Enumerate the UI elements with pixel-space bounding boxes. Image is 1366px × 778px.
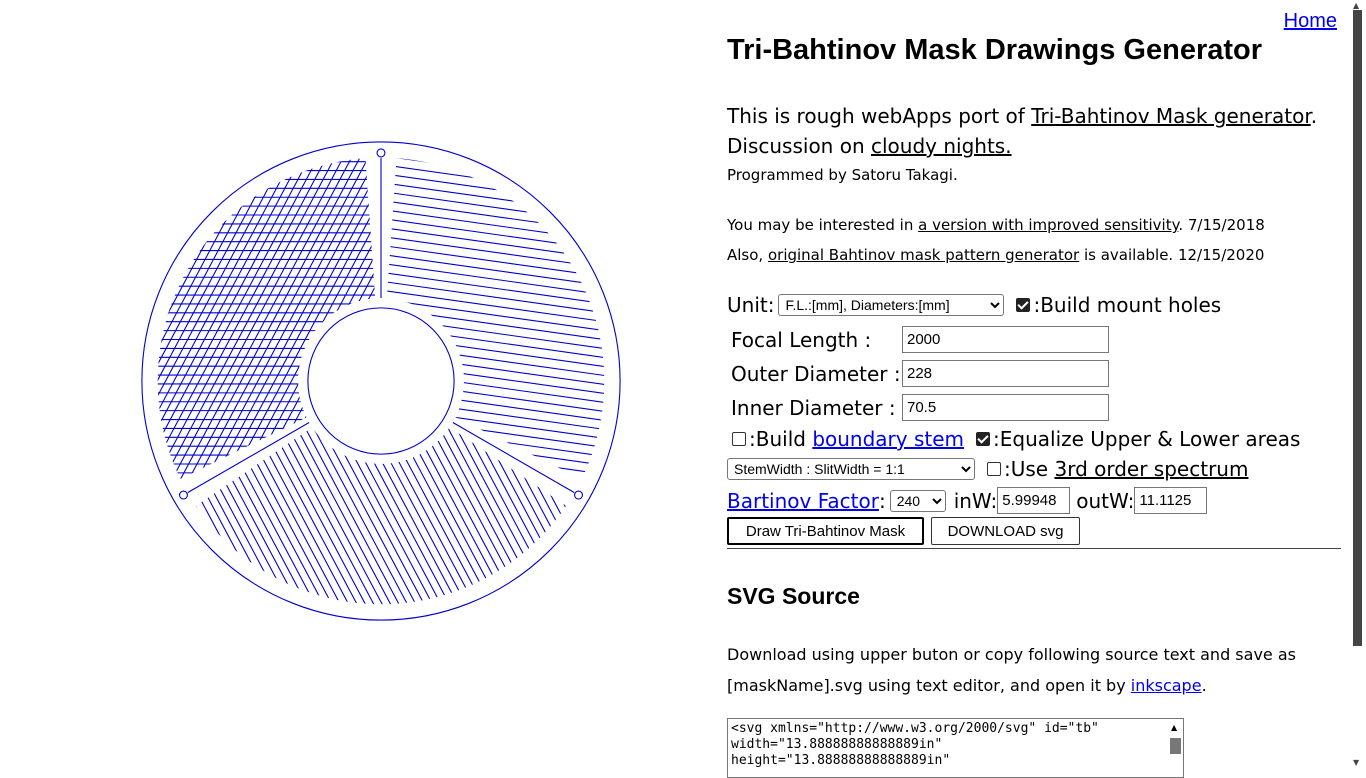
note-text: You may be interested in: [727, 216, 919, 234]
stem-options-row: :Build boundary stem :Equalize Upper & L…: [727, 427, 1300, 451]
third-order-checkbox[interactable]: [987, 462, 1001, 476]
author-text: Programmed by Satoru Takagi.: [727, 166, 958, 184]
svg-desc-suffix: .: [1201, 676, 1207, 695]
intro-line1-text: This is rough webApps port of: [727, 104, 1032, 128]
bahtinov-factor-row: Bartinov Factor : 240 inW: outW:: [727, 487, 1208, 514]
mount-hole: [376, 148, 386, 158]
textarea-scrollbar[interactable]: ▲: [1167, 720, 1183, 768]
page-scrollbar[interactable]: ▲ ▼: [1349, 0, 1366, 768]
stem-line: [452, 422, 575, 494]
home-link[interactable]: Home: [1284, 10, 1337, 33]
bahtinov-factor-link[interactable]: Bartinov Factor: [727, 489, 879, 513]
control-panel: Home Tri-Bahtinov Mask Drawings Generato…: [727, 0, 1343, 778]
svg-desc-line2: [maskName].svg using text editor, and op…: [727, 676, 1131, 695]
download-svg-button[interactable]: DOWNLOAD svg: [931, 517, 1080, 545]
intro-line2-text: Discussion on: [727, 134, 871, 158]
intro-line1-suffix: .: [1310, 104, 1318, 128]
tri-bahtinov-mask-drawing: [141, 141, 621, 621]
stem-line: [187, 422, 310, 494]
mount-holes-label: :Build mount holes: [1033, 293, 1222, 317]
mount-hole: [178, 490, 188, 500]
outw-label: outW:: [1076, 488, 1135, 513]
svg-source-heading: SVG Source: [727, 583, 860, 609]
stem-ratio-select[interactable]: StemWidth : SlitWidth = 1:1: [727, 458, 975, 480]
third-order-link[interactable]: 3rd order spectrum: [1054, 457, 1248, 481]
inner-diameter-row: Inner Diameter :: [731, 394, 1109, 421]
boundary-stem-label: :Build: [749, 427, 813, 451]
inw-input[interactable]: [997, 487, 1071, 514]
inner-diameter-label: Inner Diameter :: [731, 395, 896, 420]
bahtinov-factor-select[interactable]: 240: [889, 489, 946, 512]
mask-preview: [0, 0, 720, 768]
scroll-down-icon[interactable]: ▼: [1353, 758, 1359, 767]
note-text: Also,: [727, 246, 768, 264]
mount-hole: [574, 490, 584, 500]
unit-label: Unit:: [727, 293, 775, 317]
inkscape-link[interactable]: inkscape: [1131, 676, 1202, 695]
outer-diameter-input[interactable]: [902, 360, 1109, 387]
outer-diameter-row: Outer Diameter :: [731, 360, 1109, 387]
equalize-areas-label: :Equalize Upper & Lower areas: [993, 427, 1301, 451]
section-divider: [727, 548, 1341, 549]
improved-version-link[interactable]: a version with improved sensitivity: [918, 216, 1178, 234]
svg-desc-line1: Download using upper buton or copy follo…: [727, 645, 1296, 664]
scroll-up-icon[interactable]: ▲: [1171, 723, 1177, 732]
inw-label: inW:: [953, 488, 998, 513]
third-order-label: :Use: [1004, 457, 1055, 481]
focal-length-label: Focal Length :: [731, 327, 872, 352]
original-generator-link[interactable]: original Bahtinov mask pattern generator: [768, 246, 1079, 264]
inner-hole: [307, 307, 455, 455]
bahtinov-factor-colon: :: [878, 488, 886, 513]
scroll-up-icon[interactable]: ▲: [1353, 1, 1359, 10]
action-buttons-row: Draw Tri-Bahtinov Mask DOWNLOAD svg: [727, 517, 1080, 545]
draw-mask-button[interactable]: Draw Tri-Bahtinov Mask: [727, 517, 924, 545]
inner-diameter-input[interactable]: [902, 394, 1109, 421]
unit-row: Unit: F.L.:[mm], Diameters:[mm] :Build m…: [727, 293, 1221, 317]
focal-length-row: Focal Length :: [731, 326, 1109, 353]
slit-pattern: [157, 157, 605, 605]
note-date: is available. 12/15/2020: [1079, 246, 1265, 264]
boundary-stem-checkbox[interactable]: [732, 432, 746, 446]
note-original: Also, original Bahtinov mask pattern gen…: [727, 246, 1264, 264]
mount-holes-checkbox[interactable]: [1016, 298, 1031, 312]
outer-diameter-label: Outer Diameter :: [731, 361, 901, 386]
outw-input[interactable]: [1134, 487, 1208, 514]
unit-select[interactable]: F.L.:[mm], Diameters:[mm]: [778, 294, 1005, 316]
cloudy-nights-link[interactable]: cloudy nights.: [871, 134, 1012, 158]
page-scrollbar-thumb[interactable]: [1353, 10, 1362, 646]
page-title: Tri-Bahtinov Mask Drawings Generator: [727, 34, 1263, 66]
note-improved: You may be interested in a version with …: [727, 216, 1265, 234]
focal-length-input[interactable]: [902, 326, 1109, 353]
intro-text: This is rough webApps port of Tri-Bahtin…: [727, 101, 1317, 161]
scrollbar-thumb[interactable]: [1170, 738, 1181, 754]
generator-link[interactable]: Tri-Bahtinov Mask generator: [1031, 104, 1311, 128]
equalize-areas-checkbox[interactable]: [976, 432, 991, 446]
boundary-stem-link[interactable]: boundary stem: [812, 427, 964, 451]
svg-source-textarea[interactable]: <svg xmlns="http://www.w3.org/2000/svg" …: [727, 718, 1184, 778]
note-date: . 7/15/2018: [1178, 216, 1265, 234]
stem-ratio-row: StemWidth : SlitWidth = 1:1 :Use 3rd ord…: [727, 457, 1248, 481]
svg-source-description: Download using upper buton or copy follo…: [727, 639, 1339, 701]
